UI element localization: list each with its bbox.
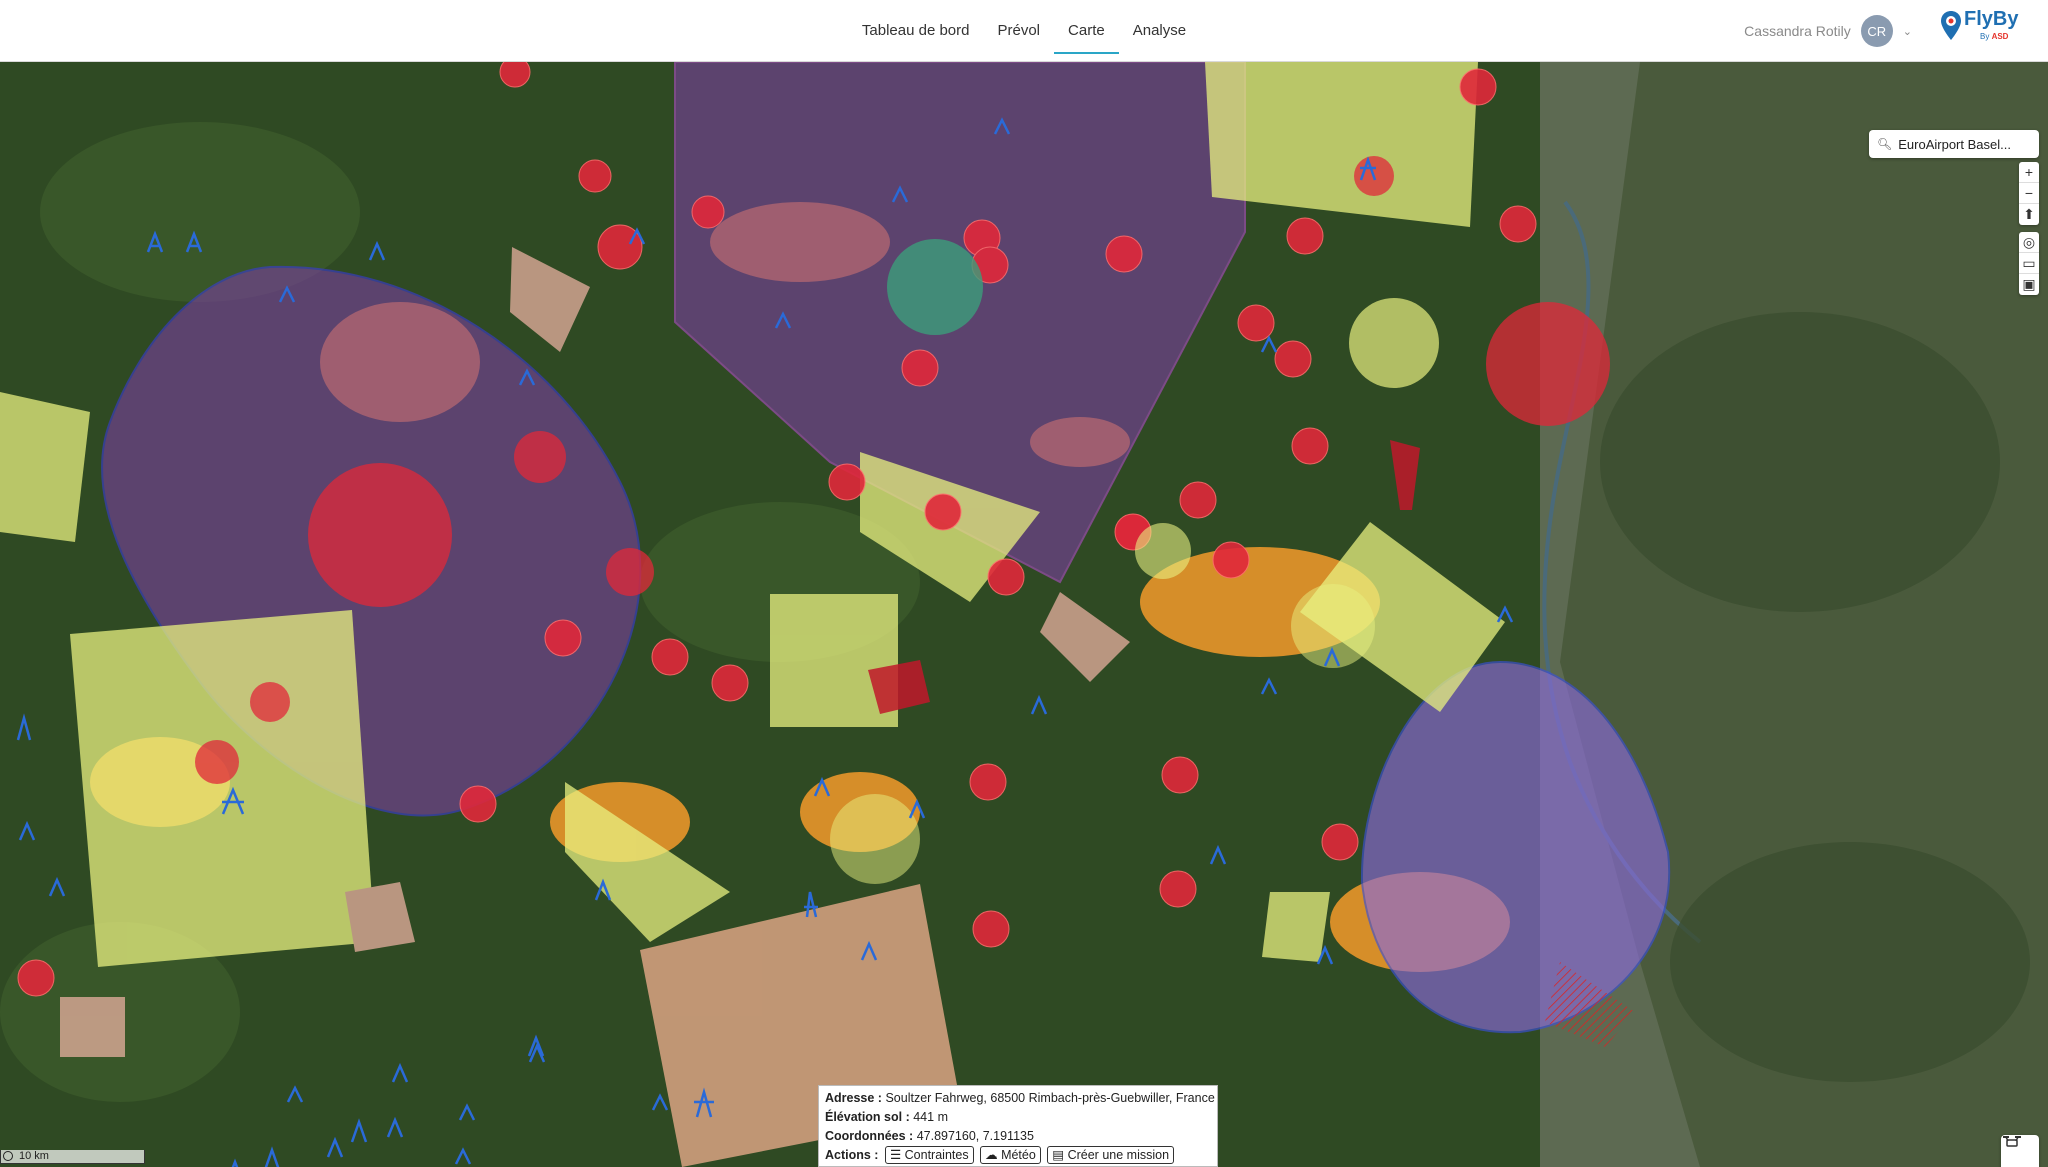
zone-rect-se xyxy=(1262,892,1330,962)
coords-value: 47.897160, 7.191135 xyxy=(916,1129,1034,1143)
popup-elevation-row: Élévation sol : 441 m xyxy=(825,1108,1211,1127)
zone-yellow-circle-2 xyxy=(1135,523,1191,579)
search-icon: 🔍︎ xyxy=(1877,137,1893,151)
coords-label: Coordonnées : xyxy=(825,1129,914,1143)
scale-icon xyxy=(3,1151,13,1161)
layers-icon: ☰ xyxy=(889,1148,905,1162)
logo-subtitle: By ASD xyxy=(1980,32,2009,41)
address-label: Adresse : xyxy=(825,1091,882,1105)
zoom-out-button[interactable]: − xyxy=(2019,183,2039,204)
tool-controls: ◎ ▭ ▣ xyxy=(2019,232,2039,295)
locate-icon[interactable]: ◎ xyxy=(2019,232,2039,253)
user-name: Cassandra Rotily xyxy=(1744,23,1851,39)
zone-yellow-circle-4 xyxy=(830,794,920,884)
tab-analysis[interactable]: Analyse xyxy=(1119,8,1200,54)
map-layer xyxy=(0,62,2048,1167)
flyby-logo: FlyBy By ASD xyxy=(1938,6,2018,52)
popup-coords-row: Coordonnées : 47.897160, 7.191135 xyxy=(825,1127,1211,1146)
avatar[interactable]: CR xyxy=(1860,15,1893,47)
elevation-label: Élévation sol : xyxy=(825,1110,910,1124)
weather-icon: ☁ xyxy=(985,1148,1002,1162)
print-icon[interactable]: ▣ xyxy=(2019,274,2039,295)
top-bar: Tableau de bord Prévol Carte Analyse Cas… xyxy=(0,0,2048,62)
chevron-down-icon[interactable]: ⌄ xyxy=(1903,25,1912,38)
create-mission-button[interactable]: ▤ Créer une mission xyxy=(1047,1146,1175,1164)
tab-preflight[interactable]: Prévol xyxy=(984,8,1055,54)
measure-icon[interactable]: ▭ xyxy=(2019,253,2039,274)
weather-button[interactable]: ☁ Météo xyxy=(980,1146,1041,1164)
search-box[interactable]: 🔍︎ xyxy=(1869,130,2039,158)
zone-rect-w xyxy=(0,392,90,542)
zone-rect-far-sw xyxy=(60,997,125,1057)
tab-map[interactable]: Carte xyxy=(1054,8,1119,54)
folder-icon: ▤ xyxy=(1052,1148,1068,1162)
zoom-controls: + − ⬆ xyxy=(2019,162,2039,225)
constraints-button[interactable]: ☰ Contraintes xyxy=(884,1146,974,1164)
scale-label: 10 km xyxy=(19,1150,49,1162)
drone-button[interactable] xyxy=(2001,1135,2039,1167)
location-pin-icon xyxy=(1941,11,1961,40)
zone-green-circle xyxy=(887,239,983,335)
actions-label: Actions : xyxy=(825,1148,879,1162)
drone-icon xyxy=(2003,1136,2021,1147)
elevation-value: 441 m xyxy=(913,1110,948,1124)
zone-rect-sw xyxy=(70,610,375,967)
popup-address-row: Adresse : Soultzer Fahrweg, 68500 Rimbac… xyxy=(825,1089,1215,1108)
popup-actions-row: Actions : ☰ Contraintes ☁ Météo ▤ Créer … xyxy=(825,1146,1211,1165)
main-nav: Tableau de bord Prévol Carte Analyse xyxy=(0,0,2048,62)
zone-yellow-circle xyxy=(1349,298,1439,388)
user-menu[interactable]: Cassandra Rotily CR ⌄ xyxy=(1744,14,1912,48)
compass-button[interactable]: ⬆ xyxy=(2019,204,2039,225)
scale-bar: 10 km xyxy=(0,1150,145,1164)
zoom-in-button[interactable]: + xyxy=(2019,162,2039,183)
search-input[interactable] xyxy=(1898,136,2029,152)
tab-dashboard[interactable]: Tableau de bord xyxy=(848,8,984,54)
map-canvas[interactable]: 🔍︎ + − ⬆ ◎ ▭ ▣ 10 km xyxy=(0,62,2048,1167)
address-value: Soultzer Fahrweg, 68500 Rimbach-près-Gue… xyxy=(885,1091,1215,1105)
logo-text: FlyBy xyxy=(1964,8,2019,30)
location-popup: Adresse : Soultzer Fahrweg, 68500 Rimbac… xyxy=(818,1085,1218,1167)
